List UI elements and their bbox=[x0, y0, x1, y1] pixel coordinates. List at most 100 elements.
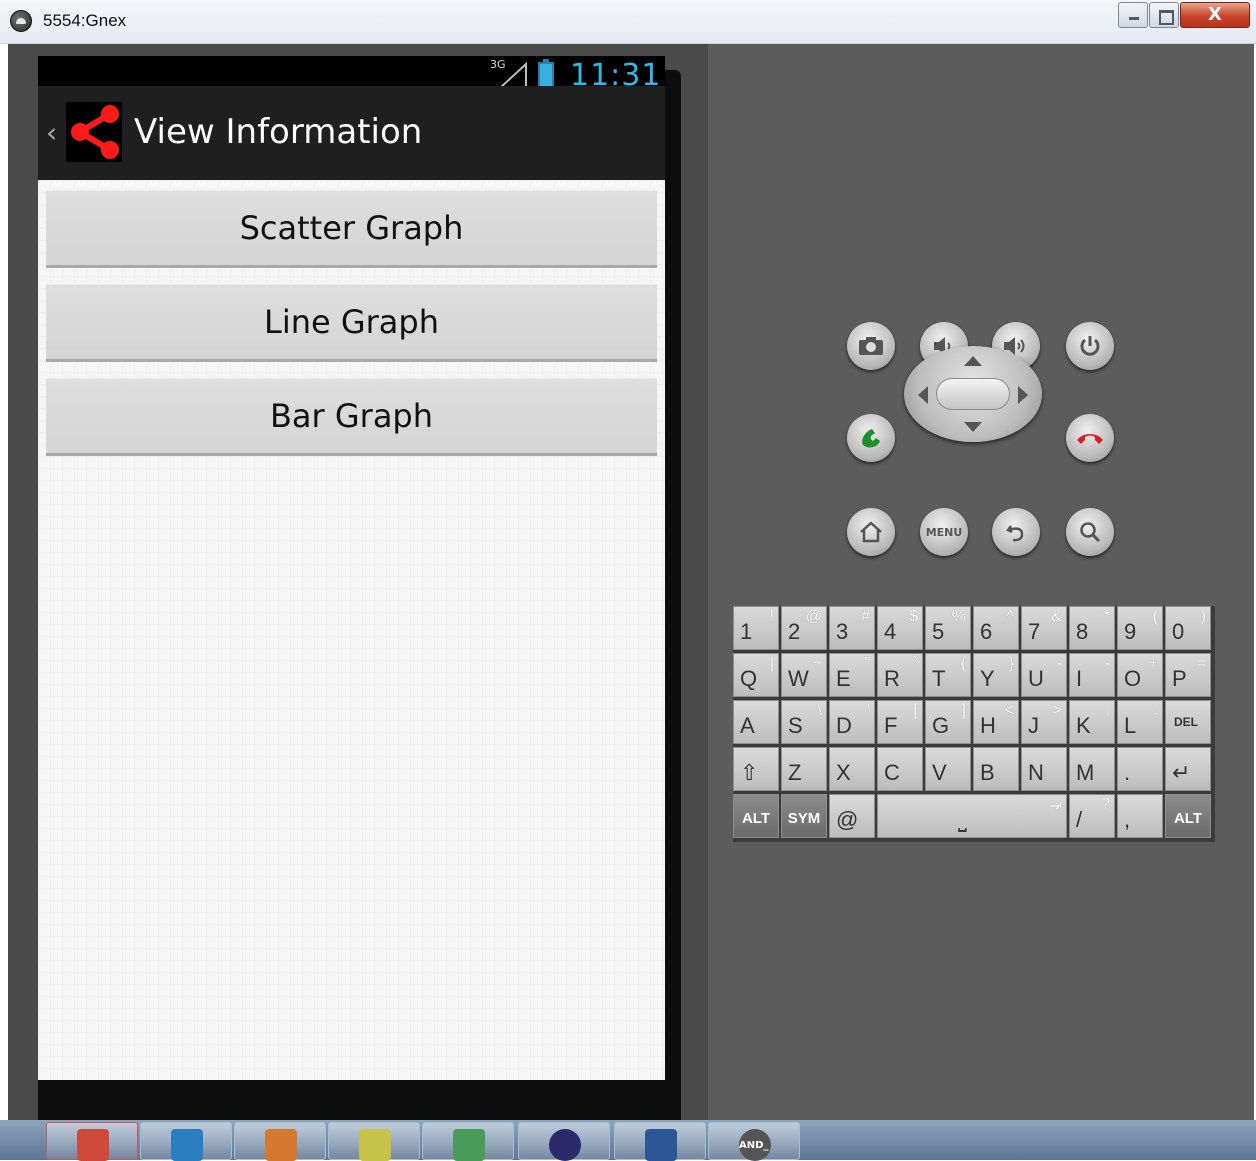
key-space[interactable]: ⎵ ⇥ bbox=[877, 794, 1067, 838]
key[interactable]: DEL bbox=[1165, 700, 1211, 744]
key[interactable]: M bbox=[1069, 747, 1115, 791]
key-slash[interactable]: /? bbox=[1069, 794, 1115, 838]
key[interactable]: 4 $ bbox=[877, 606, 923, 650]
dpad-up-icon[interactable] bbox=[964, 356, 982, 366]
key[interactable]: V bbox=[925, 747, 971, 791]
photos-icon bbox=[265, 1129, 297, 1161]
call-button[interactable] bbox=[847, 414, 895, 462]
line-graph-button[interactable]: Line Graph bbox=[46, 284, 657, 362]
key[interactable]: 0) bbox=[1165, 606, 1211, 650]
key-label: SYM bbox=[787, 810, 821, 827]
end-call-icon bbox=[1077, 434, 1103, 444]
back-button[interactable] bbox=[992, 508, 1040, 556]
key[interactable]: ⇧ bbox=[733, 747, 779, 791]
dpad-left-icon[interactable] bbox=[918, 386, 928, 404]
key[interactable]: 3 # bbox=[829, 606, 875, 650]
key[interactable]: S \ bbox=[781, 700, 827, 744]
key[interactable]: N bbox=[1021, 747, 1067, 791]
power-icon bbox=[1080, 336, 1100, 356]
key-label: O bbox=[1124, 666, 1142, 691]
key[interactable]: X bbox=[829, 747, 875, 791]
taskbar-item[interactable] bbox=[140, 1122, 232, 1161]
key[interactable]: . bbox=[1117, 747, 1163, 791]
share-logo-icon[interactable] bbox=[66, 102, 122, 162]
key[interactable]: H < bbox=[973, 700, 1019, 744]
key-label: A bbox=[740, 713, 755, 738]
power-button[interactable] bbox=[1066, 322, 1114, 370]
key[interactable]: Y} bbox=[973, 653, 1019, 697]
key-at[interactable]: @ bbox=[829, 794, 875, 838]
key[interactable]: R ` bbox=[877, 653, 923, 697]
key-alt-label: ( bbox=[1152, 608, 1158, 625]
eclipse-icon bbox=[549, 1129, 581, 1161]
taskbar-item[interactable] bbox=[614, 1122, 706, 1161]
key-label: P bbox=[1172, 666, 1187, 691]
key[interactable]: Q | bbox=[733, 653, 779, 697]
minimize-button[interactable] bbox=[1118, 2, 1148, 28]
end-call-button[interactable] bbox=[1066, 414, 1114, 462]
key-label: I bbox=[1076, 666, 1083, 691]
key[interactable]: A bbox=[733, 700, 779, 744]
home-button[interactable] bbox=[847, 508, 895, 556]
taskbar-item[interactable] bbox=[518, 1122, 610, 1161]
search-button[interactable] bbox=[1066, 508, 1114, 556]
key[interactable]: C bbox=[877, 747, 923, 791]
key[interactable]: ↵ bbox=[1165, 747, 1211, 791]
key-label: J bbox=[1028, 713, 1039, 738]
key-alt-label: ? bbox=[1101, 796, 1110, 813]
camera-button[interactable] bbox=[847, 322, 895, 370]
key-label: 1 bbox=[740, 619, 753, 644]
key[interactable]: 6 ^ bbox=[973, 606, 1019, 650]
key-alt-label: * bbox=[1103, 608, 1110, 625]
key[interactable]: O + bbox=[1117, 653, 1163, 697]
menu-button[interactable]: MENU bbox=[920, 508, 968, 556]
key[interactable]: 8 * bbox=[1069, 606, 1115, 650]
search-icon bbox=[1080, 522, 1101, 543]
key-label: M bbox=[1076, 760, 1095, 785]
key[interactable]: J > bbox=[1021, 700, 1067, 744]
key[interactable]: Z bbox=[781, 747, 827, 791]
key[interactable]: E " bbox=[829, 653, 875, 697]
key[interactable]: I- bbox=[1069, 653, 1115, 697]
key[interactable]: P = bbox=[1165, 653, 1211, 697]
taskbar-item[interactable] bbox=[422, 1122, 514, 1161]
key-alt-left[interactable]: ALT bbox=[733, 794, 779, 838]
dpad[interactable] bbox=[904, 346, 1042, 442]
key[interactable]: 7 & bbox=[1021, 606, 1067, 650]
taskbar-item[interactable] bbox=[328, 1122, 420, 1161]
key-alt-right[interactable]: ALT bbox=[1165, 794, 1211, 838]
key-alt-label: ^ bbox=[1006, 608, 1014, 625]
key-comma[interactable]: , bbox=[1117, 794, 1163, 838]
key[interactable]: 5% bbox=[925, 606, 971, 650]
key[interactable]: U- bbox=[1021, 653, 1067, 697]
taskbar-item[interactable] bbox=[234, 1122, 326, 1161]
key-sym[interactable]: SYM bbox=[781, 794, 827, 838]
messenger-icon bbox=[453, 1129, 485, 1161]
key-label: L bbox=[1124, 713, 1137, 738]
key[interactable]: T{ bbox=[925, 653, 971, 697]
key[interactable]: 2 @ bbox=[781, 606, 827, 650]
key[interactable]: K; bbox=[1069, 700, 1115, 744]
taskbar-item[interactable] bbox=[46, 1122, 138, 1161]
key[interactable]: D ' bbox=[829, 700, 875, 744]
dpad-down-icon[interactable] bbox=[964, 422, 982, 432]
scatter-graph-button[interactable]: Scatter Graph bbox=[46, 190, 657, 268]
key[interactable]: F[ bbox=[877, 700, 923, 744]
key-label: 2 bbox=[788, 619, 801, 644]
key[interactable]: W ~ bbox=[781, 653, 827, 697]
bar-graph-button[interactable]: Bar Graph bbox=[46, 378, 657, 456]
dpad-right-icon[interactable] bbox=[1018, 386, 1028, 404]
key-label: 3 bbox=[836, 619, 849, 644]
close-button[interactable]: X bbox=[1180, 2, 1250, 28]
key-alt-label: ; bbox=[1105, 702, 1110, 719]
camera-icon bbox=[859, 337, 883, 355]
dpad-center-button[interactable] bbox=[936, 378, 1010, 410]
back-chevron-icon[interactable]: ‹ bbox=[46, 116, 57, 149]
key[interactable]: 1! bbox=[733, 606, 779, 650]
key[interactable]: L: bbox=[1117, 700, 1163, 744]
maximize-button[interactable] bbox=[1149, 2, 1179, 28]
key[interactable]: G] bbox=[925, 700, 971, 744]
key-label: X bbox=[836, 760, 851, 785]
key[interactable]: 9( bbox=[1117, 606, 1163, 650]
key[interactable]: B bbox=[973, 747, 1019, 791]
